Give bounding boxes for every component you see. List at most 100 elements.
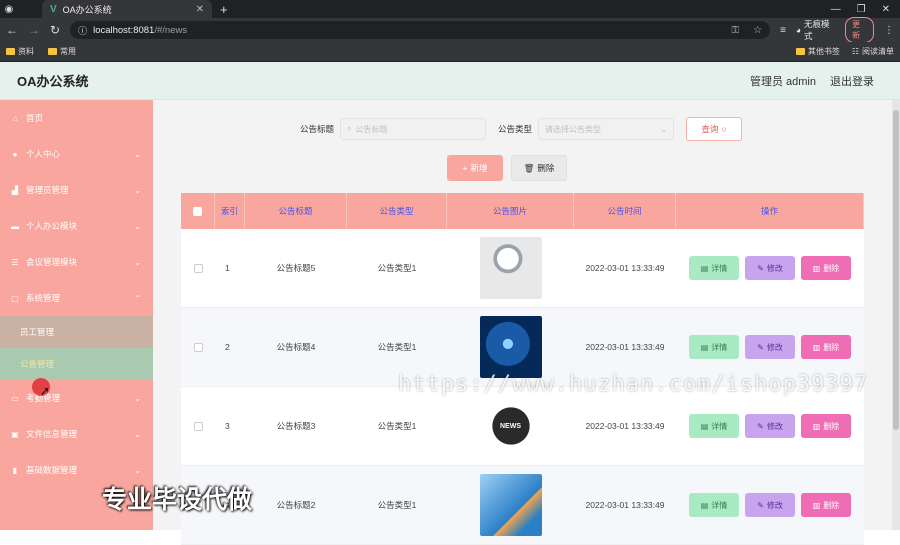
row-actions: ▤ 详情 ✎ 修改 ▥ 删除 bbox=[676, 229, 864, 307]
column-header[interactable]: 公告时间 bbox=[574, 193, 676, 229]
column-header[interactable]: 公告标题 bbox=[245, 193, 347, 229]
action-row: + 新增 🗑 删除 bbox=[447, 155, 567, 181]
notice-image bbox=[479, 316, 542, 378]
sidebar-item-files[interactable]: ▣ 文件信息管理 ⌄ bbox=[0, 416, 153, 452]
other-bookmarks[interactable]: 其他书签 bbox=[795, 46, 840, 57]
star-icon[interactable]: ☆ bbox=[753, 25, 762, 36]
sidebar-item-system[interactable]: ▢ 系统管理 ⌃ bbox=[0, 280, 153, 316]
scrollbar-thumb[interactable] bbox=[893, 110, 899, 430]
edit-label: 修改 bbox=[766, 342, 783, 352]
type-select[interactable]: 请选择公告类型 ⌄ bbox=[538, 118, 675, 140]
edit-label: 修改 bbox=[766, 421, 783, 431]
url-field[interactable]: ⓘ localhost:8081/#/news ⚿ ☆ bbox=[70, 21, 771, 39]
column-header: 操作 bbox=[676, 193, 864, 229]
browser-tab[interactable]: V OA办公系统 ✕ bbox=[42, 0, 212, 18]
sidebar-item-label: 首页 bbox=[26, 113, 44, 123]
edit-icon: ✎ bbox=[757, 263, 764, 273]
delete-button[interactable]: ▥ 删除 bbox=[801, 493, 851, 517]
column-header[interactable]: 公告图片 bbox=[447, 193, 574, 229]
sidebar-item-meeting[interactable]: ☰ 会议管理模块 ⌄ bbox=[0, 244, 153, 280]
edit-button[interactable]: ✎ 修改 bbox=[745, 335, 795, 359]
sidebar-item-office[interactable]: ▬ 个人办公模块 ⌄ bbox=[0, 208, 153, 244]
column-header: 索引 bbox=[215, 193, 245, 229]
delete-button[interactable]: ▥ 删除 bbox=[801, 256, 851, 280]
query-button[interactable]: 查询 ○ bbox=[686, 117, 743, 141]
overlay-caption: 专业毕设代做 bbox=[102, 485, 253, 514]
plus-icon: + bbox=[462, 163, 468, 173]
edit-button[interactable]: ✎ 修改 bbox=[745, 414, 795, 438]
folder-icon bbox=[48, 48, 57, 55]
minimize-icon[interactable]: — bbox=[831, 4, 841, 15]
user-icon: ● bbox=[12, 149, 18, 159]
table-header: 索引 公告标题 公告类型 公告图片 公告时间 操作 bbox=[181, 193, 864, 229]
row-time: 2022-03-01 13:33:49 bbox=[585, 263, 665, 273]
sidebar-item-profile[interactable]: ● 个人中心 ⌄ bbox=[0, 136, 153, 172]
bookmark-folder[interactable]: 常用 bbox=[48, 46, 76, 57]
update-button[interactable]: 更新 bbox=[845, 17, 874, 43]
row-checkbox[interactable] bbox=[193, 342, 203, 352]
sidebar: ⌂ 首页 ● 个人中心 ⌄ ▟ 管理员管理 ⌄ ▬ 个人办公模块 ⌄ ☰ 会议管理模块 ⌄ ▢ 系统… bbox=[0, 100, 153, 530]
close-tab-icon[interactable]: ✕ bbox=[196, 4, 204, 15]
row-actions: ▤ 详情 ✎ 修改 ▥ 删除 bbox=[676, 466, 864, 544]
row-checkbox[interactable] bbox=[193, 421, 203, 431]
detail-button[interactable]: ▤ 详情 bbox=[689, 335, 739, 359]
system-icon: ▢ bbox=[11, 293, 19, 303]
bookmark-folder[interactable]: 资料 bbox=[6, 46, 34, 57]
sidebar-item-attendance[interactable]: ▭ 考勤管理 ⌄ bbox=[0, 380, 153, 416]
back-icon[interactable]: ← bbox=[6, 23, 18, 37]
sidebar-subitem-notice[interactable]: 公告管理 bbox=[0, 348, 153, 380]
select-all-checkbox[interactable] bbox=[193, 206, 202, 216]
info-icon[interactable]: ⓘ bbox=[78, 24, 87, 37]
vertical-scrollbar[interactable] bbox=[892, 100, 900, 530]
trash-icon: ▥ bbox=[812, 342, 821, 352]
table-row: 4 公告标题2 公告类型1 2022-03-01 13:33:49 ▤ 详情 ✎ 修… bbox=[181, 466, 864, 545]
new-tab-icon[interactable]: + bbox=[220, 2, 228, 17]
logout-link[interactable]: 退出登录 bbox=[830, 73, 874, 89]
chevron-up-icon: ⌃ bbox=[134, 293, 141, 303]
delete-button[interactable]: ▥ 删除 bbox=[801, 335, 851, 359]
sidebar-item-label: 基础数据管理 bbox=[26, 465, 78, 475]
sidebar-subitem-staff[interactable]: 员工管理 bbox=[0, 316, 153, 348]
sidebar-item-label: 管理员管理 bbox=[26, 185, 69, 195]
row-image-cell: NEWS bbox=[447, 387, 574, 465]
delete-button[interactable]: ▥ 删除 bbox=[801, 414, 851, 438]
bookmark-label: 其他书签 bbox=[807, 47, 840, 56]
sidebar-item-home[interactable]: ⌂ 首页 bbox=[0, 100, 153, 136]
trash-icon: ▥ bbox=[812, 500, 821, 510]
row-title: 公告标题5 bbox=[276, 263, 316, 273]
detail-button[interactable]: ▤ 详情 bbox=[689, 414, 739, 438]
detail-label: 详情 bbox=[711, 342, 728, 352]
document-icon: ▤ bbox=[700, 342, 709, 352]
bookmark-label: 常用 bbox=[60, 47, 76, 56]
add-button[interactable]: + 新增 bbox=[447, 155, 503, 181]
sidebar-item-admin[interactable]: ▟ 管理员管理 ⌄ bbox=[0, 172, 153, 208]
type-placeholder: 请选择公告类型 bbox=[545, 124, 602, 134]
batch-delete-button[interactable]: 🗑 删除 bbox=[511, 155, 567, 181]
edit-button[interactable]: ✎ 修改 bbox=[745, 493, 795, 517]
browser-menu-icon[interactable]: ◉ bbox=[0, 0, 18, 18]
detail-button[interactable]: ▤ 详情 bbox=[689, 493, 739, 517]
detail-button[interactable]: ▤ 详情 bbox=[689, 256, 739, 280]
column-header[interactable]: 公告类型 bbox=[347, 193, 447, 229]
close-window-icon[interactable]: ✕ bbox=[882, 4, 890, 15]
incognito-label: 无痕模式 bbox=[804, 19, 830, 41]
row-checkbox[interactable] bbox=[193, 263, 203, 273]
more-menu-icon[interactable]: ⋮ bbox=[884, 25, 894, 36]
key-icon[interactable]: ⚿ bbox=[731, 25, 739, 36]
incognito-indicator[interactable]: ◕ 无痕模式 bbox=[796, 18, 835, 42]
reading-list-icon[interactable]: ≡ bbox=[780, 25, 786, 36]
query-label: 查询 bbox=[701, 124, 719, 134]
restore-icon[interactable]: ❐ bbox=[857, 4, 866, 15]
chevron-down-icon: ⌄ bbox=[134, 149, 141, 159]
bookmark-label: 资料 bbox=[18, 47, 34, 56]
reload-icon[interactable]: ↻ bbox=[50, 23, 60, 37]
main-content: 公告标题 ⌕ 公告标题 公告类型 请选择公告类型 ⌄ 查询 ○ + 新增 🗑 删除 索引 … bbox=[153, 100, 900, 545]
reading-list[interactable]: ☷ 阅读清单 bbox=[852, 46, 894, 57]
row-index: 2 bbox=[225, 342, 230, 352]
row-type: 公告类型1 bbox=[377, 500, 417, 510]
edit-button[interactable]: ✎ 修改 bbox=[745, 256, 795, 280]
sidebar-item-label: 个人中心 bbox=[26, 149, 61, 159]
table-row: 1 公告标题5 公告类型1 2022-03-01 13:33:49 ▤ 详情 ✎ 修… bbox=[181, 229, 864, 308]
forward-icon[interactable]: → bbox=[28, 23, 40, 37]
title-search-input[interactable]: ⌕ 公告标题 bbox=[340, 118, 487, 140]
